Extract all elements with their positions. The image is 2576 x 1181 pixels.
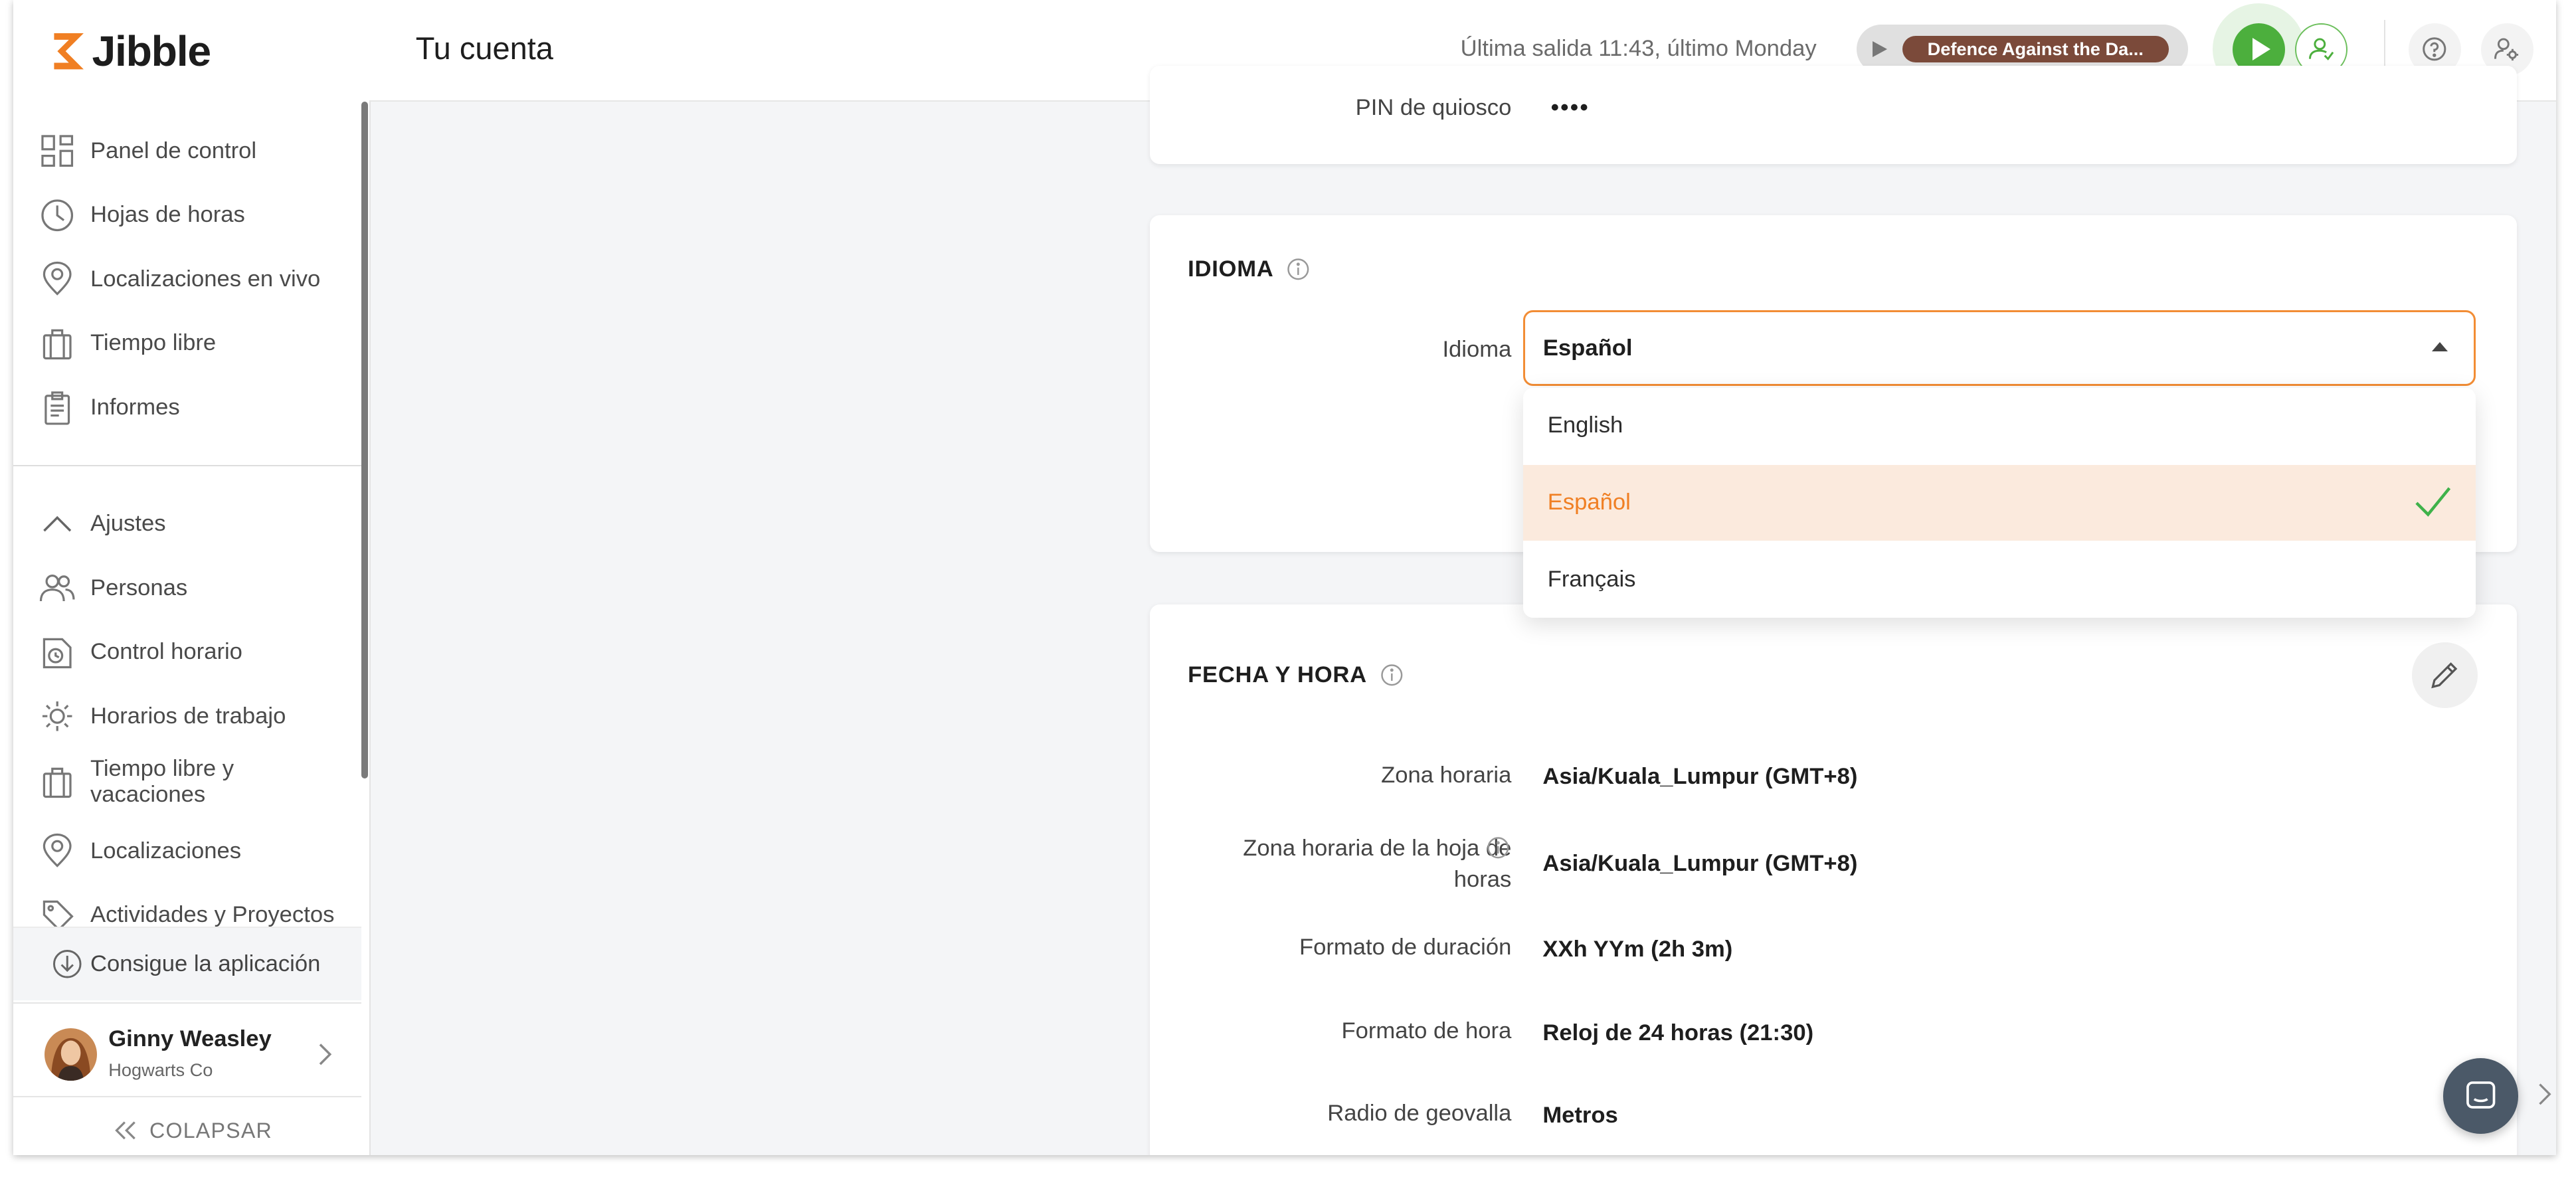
clipboard-icon: [45, 391, 70, 425]
time-format-label: Formato de hora: [1341, 1018, 1512, 1044]
timesheet-timezone-value: Asia/Kuala_Lumpur (GMT+8): [1542, 851, 1858, 877]
edit-datetime-button[interactable]: [2411, 642, 2478, 708]
kiosk-pin-label: PIN de quiosco: [1355, 95, 1512, 121]
map-pin-icon: [43, 262, 72, 296]
timezone-value: Asia/Kuala_Lumpur (GMT+8): [1542, 764, 1858, 790]
schedule-icon: [43, 701, 72, 731]
clock-icon: [41, 199, 74, 231]
user-profile[interactable]: Ginny Weasley Hogwarts Co: [13, 1002, 362, 1095]
time-format-value: Reloj de 24 horas (21:30): [1542, 1020, 1814, 1045]
sidebar-item-panel-de-control[interactable]: Panel de control: [39, 133, 256, 169]
sidebar-item-label: Actividades y Proyectos: [90, 902, 335, 928]
jibble-logo[interactable]: Jibble: [49, 27, 211, 75]
duration-format-value: XXh YYm (2h 3m): [1542, 936, 1733, 962]
sidebar-divider: [13, 464, 362, 467]
language-field-label: Idioma: [1442, 337, 1512, 362]
datetime-card: FECHA Y HORA Zona horaria Asia/Kuala_Lum…: [1150, 604, 2517, 1155]
page-title: Tu cuenta: [415, 30, 553, 66]
last-out-status: Última salida 11:43, último Monday: [1460, 36, 1817, 62]
info-icon[interactable]: [1487, 836, 1510, 860]
caret-up-icon: [2431, 342, 2448, 351]
sidebar-item-label: Hojas de horas: [90, 202, 245, 228]
sidebar-item-tiempo-libre[interactable]: Tiempo libre: [39, 325, 216, 361]
sidebar-item-label: Personas: [90, 575, 188, 600]
logo-text: Jibble: [92, 27, 211, 75]
collapse-label: COLAPSAR: [149, 1118, 272, 1142]
sidebar-item-label: Localizaciones: [90, 838, 242, 863]
suitcase-icon: [43, 767, 72, 798]
sidebar-item-control-horario[interactable]: Control horario: [39, 634, 242, 670]
sidebar-item-label: Control horario: [90, 639, 242, 665]
app-window: Jibble Panel de control Hojas de horas L…: [13, 0, 2557, 1155]
geofence-radius-label: Radio de geovalla: [1327, 1101, 1512, 1127]
option-label: Français: [1547, 567, 1636, 592]
collapse-sidebar-button[interactable]: COLAPSAR: [13, 1095, 362, 1155]
map-pin-icon: [43, 833, 72, 867]
sidebar-item-label: Localizaciones en vivo: [90, 266, 321, 292]
sidebar-item-horarios-de-trabajo[interactable]: Horarios de trabajo: [39, 698, 286, 734]
play-icon: [1873, 41, 1888, 57]
language-option-espanol[interactable]: Español: [1522, 464, 2476, 541]
sidebar-item-label: Horarios de trabajo: [90, 703, 286, 729]
sidebar-item-localizaciones-en-vivo[interactable]: Localizaciones en vivo: [39, 261, 320, 297]
jibble-logo-icon: [54, 33, 84, 69]
help-icon: [2423, 37, 2446, 61]
double-chevron-left-icon: [115, 1121, 136, 1140]
option-label: Español: [1547, 490, 1631, 515]
pencil-icon: [2431, 662, 2458, 688]
suitcase-icon: [43, 329, 72, 359]
sidebar-item-label: Informes: [90, 394, 180, 420]
language-title-text: IDIOMA: [1188, 256, 1274, 282]
activity-tag: Defence Against the Da...: [1902, 36, 2169, 62]
language-select[interactable]: Español: [1522, 310, 2476, 387]
sidebar-item-hojas-de-horas[interactable]: Hojas de horas: [39, 197, 245, 233]
datetime-section-title: FECHA Y HORA: [1188, 662, 1403, 688]
time-tracking-icon: [43, 638, 72, 668]
user-gear-icon: [2494, 38, 2519, 61]
user-name: Ginny Weasley: [108, 1026, 272, 1052]
timesheet-timezone-label: Zona horaria de la hoja de horas: [1216, 833, 1511, 895]
geofence-radius-value: Metros: [1542, 1102, 1618, 1128]
chevron-up-icon: [43, 515, 72, 532]
language-option-francais[interactable]: Français: [1523, 542, 2476, 618]
language-dropdown: English Español Français: [1522, 387, 2476, 618]
avatar: [44, 1028, 97, 1081]
sidebar-item-label: Tiempo libre y vacaciones: [90, 755, 234, 808]
sidebar-item-tiempo-libre-y-vacaciones[interactable]: Tiempo libre y vacaciones: [39, 756, 271, 808]
language-option-english[interactable]: English: [1523, 388, 2476, 464]
sidebar-scrollbar[interactable]: [361, 102, 368, 779]
checkmark-icon: [2415, 487, 2451, 517]
dashboard-icon: [41, 135, 74, 167]
timesheet-timezone-label-text: Zona horaria de la hoja de horas: [1243, 835, 1512, 892]
chat-button[interactable]: [2442, 1057, 2519, 1134]
datetime-title-text: FECHA Y HORA: [1188, 662, 1367, 687]
user-org: Hogwarts Co: [108, 1059, 213, 1080]
language-selected-value: Español: [1542, 335, 1633, 361]
sidebar: Jibble Panel de control Hojas de horas L…: [13, 0, 371, 1155]
sidebar-item-localizaciones[interactable]: Localizaciones: [39, 833, 241, 869]
info-icon[interactable]: [1287, 258, 1310, 281]
sidebar-item-label: Ajustes: [90, 511, 166, 537]
language-section-title: IDIOMA: [1188, 256, 1310, 282]
chat-icon: [2466, 1081, 2496, 1109]
sidebar-item-personas[interactable]: Personas: [39, 570, 187, 606]
info-icon[interactable]: [1380, 664, 1404, 687]
get-app-label: Consigue la aplicación: [90, 951, 321, 976]
download-icon: [53, 950, 82, 978]
option-label: English: [1547, 412, 1623, 438]
chevron-right-icon[interactable]: [2538, 1083, 2551, 1106]
sidebar-item-informes[interactable]: Informes: [39, 389, 180, 425]
get-app-link[interactable]: Consigue la aplicación: [13, 926, 362, 1000]
timezone-label: Zona horaria: [1381, 762, 1512, 788]
chevron-right-icon: [320, 1044, 332, 1065]
sidebar-item-label: Panel de control: [90, 138, 257, 164]
sidebar-item-label: Tiempo libre: [90, 330, 217, 356]
duration-format-label: Formato de duración: [1299, 935, 1512, 960]
people-icon: [40, 575, 75, 602]
kiosk-pin-value: ••••: [1550, 95, 1590, 121]
kiosk-card: PIN de quiosco ••••: [1150, 65, 2517, 165]
sidebar-item-ajustes[interactable]: Ajustes: [39, 506, 166, 542]
person-check-icon: [2308, 38, 2334, 61]
